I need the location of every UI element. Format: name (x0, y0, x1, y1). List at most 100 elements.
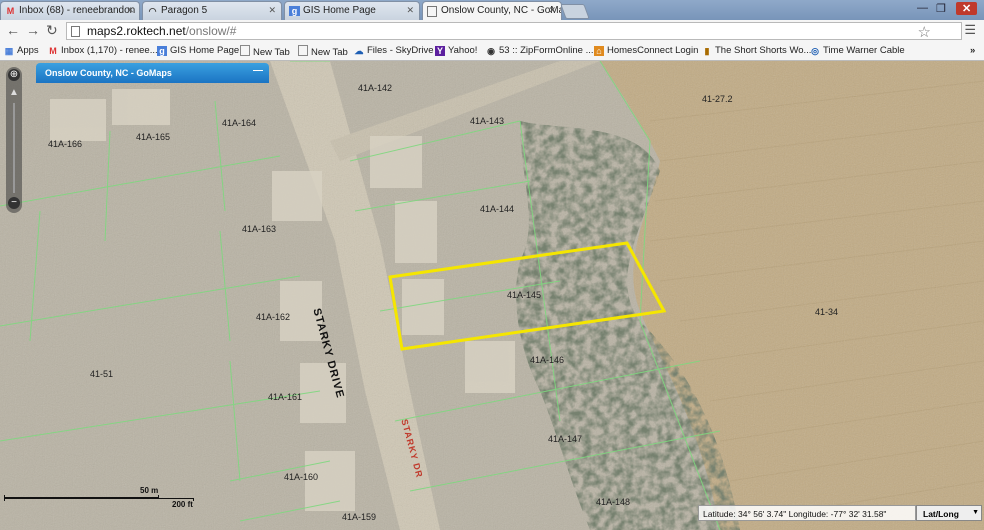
bookmark-label: Time Warner Cable (823, 45, 905, 56)
bookmarks-bar: ▦ Apps M Inbox (1,170) - renee... g GIS Hom… (0, 42, 984, 61)
tab-strip: M Inbox (68) - reneebrandon ✕ ◠ Paragon … (0, 0, 984, 21)
bookmark-label: New Tab (311, 47, 348, 58)
google-icon: g (157, 46, 167, 56)
zipform-icon: ◉ (487, 46, 495, 56)
parcel-label[interactable]: 41-34 (815, 307, 838, 317)
tab-title: Onslow County, NC - GoMaps (441, 5, 562, 16)
parcel-label[interactable]: 41A-142 (358, 83, 392, 93)
parcel-label[interactable]: 41-27.2 (702, 94, 733, 104)
parcel-label[interactable]: 41A-159 (342, 512, 376, 522)
coordinate-readout: Latitude: 34° 56' 3.74" Longitude: -77° … (698, 505, 916, 521)
star-icon[interactable]: ☆ (918, 23, 931, 41)
coord-mode-value: Lat/Long (923, 509, 959, 519)
bookmark-newtab-1[interactable]: New Tab (240, 45, 290, 58)
close-window-icon[interactable]: ✕ (956, 2, 978, 15)
close-icon[interactable]: ✕ (548, 5, 556, 16)
bookmark-inbox[interactable]: M Inbox (1,170) - renee... (48, 45, 158, 56)
scale-line-imperial (4, 498, 194, 501)
parcel-label[interactable]: 41A-145 (507, 290, 541, 300)
zoom-in-icon[interactable]: ▲ (8, 87, 20, 99)
bookmark-yahoo[interactable]: Y Yahoo! (435, 45, 477, 56)
bookmark-zipform[interactable]: ◉ 53 :: ZipFormOnline ... (486, 45, 594, 56)
minimize-icon[interactable]: — (917, 2, 928, 14)
gmail-icon: M (49, 46, 57, 56)
tab-title: Paragon 5 (161, 5, 208, 16)
bookmark-label: Apps (17, 45, 39, 56)
latitude-label: Latitude: (703, 509, 736, 519)
maximize-icon[interactable]: ❐ (936, 2, 946, 15)
zoom-out-icon[interactable]: − (8, 197, 20, 209)
parcel-label[interactable]: 41A-160 (284, 472, 318, 482)
tab-gis[interactable]: g GIS Home Page ✕ (284, 1, 420, 20)
latitude-value: 34° 56' 3.74" (738, 509, 787, 519)
new-tab-button[interactable] (560, 4, 590, 19)
parcel-label[interactable]: 41A-144 (480, 204, 514, 214)
menu-icon[interactable]: ☰ (964, 22, 976, 38)
url-path: /onslow/# (185, 24, 237, 38)
back-icon[interactable]: ← (6, 22, 20, 38)
page-icon (71, 26, 80, 37)
parcel-label[interactable]: 41A-147 (548, 434, 582, 444)
longitude-value: -77° 32' 31.58" (830, 509, 887, 519)
scale-imperial: 200 ft (172, 500, 193, 509)
tab-onslow[interactable]: Onslow County, NC - GoMaps ✕ (422, 1, 562, 21)
apps-icon: ▦ (4, 46, 14, 56)
map-view[interactable]: 41A-142 41A-143 41-27.2 41A-164 41A-165 … (0, 61, 984, 530)
reload-icon[interactable]: ↻ (46, 22, 58, 39)
parcel-label[interactable]: 41A-146 (530, 355, 564, 365)
twc-icon: ◎ (811, 46, 819, 56)
bookmark-label: HomesConnect Login (607, 45, 699, 56)
parcel-label[interactable]: 41A-165 (136, 132, 170, 142)
bookmark-icon: ▮ (704, 46, 710, 56)
close-icon[interactable]: ✕ (268, 5, 276, 16)
bookmark-gis[interactable]: g GIS Home Page (157, 45, 239, 56)
longitude-label: Longitude: (788, 509, 829, 519)
bookmark-label: New Tab (253, 47, 290, 58)
page-icon (240, 45, 250, 56)
paragon-icon: ◠ (148, 6, 157, 16)
panel-title: Onslow County, NC - GoMaps (45, 68, 172, 78)
parcel-label[interactable]: 41A-164 (222, 118, 256, 128)
parcel-label[interactable]: 41A-143 (470, 116, 504, 126)
homesconnect-icon: ⌂ (594, 46, 604, 56)
bookmark-shortshorts[interactable]: ▮ The Short Shorts Wo... (702, 45, 812, 56)
scale-metric: 50 m (140, 486, 159, 495)
bookmark-apps[interactable]: ▦ Apps (4, 45, 39, 56)
gmail-icon: M (6, 6, 15, 16)
bookmark-newtab-2[interactable]: New Tab (298, 45, 348, 58)
parcel-label[interactable]: 41A-162 (256, 312, 290, 322)
gomaps-panel-header[interactable]: Onslow County, NC - GoMaps — (36, 63, 269, 83)
tab-inbox[interactable]: M Inbox (68) - reneebrandon ✕ (0, 1, 140, 20)
bookmark-homesconnect[interactable]: ⌂ HomesConnect Login (594, 45, 698, 56)
parcel-label[interactable]: 41A-163 (242, 224, 276, 234)
close-icon[interactable]: ✕ (406, 5, 414, 16)
close-icon[interactable]: ✕ (126, 5, 134, 16)
bookmark-label: The Short Shorts Wo... (715, 45, 812, 56)
parcel-label[interactable]: 41-51 (90, 369, 113, 379)
bookmark-label: Yahoo! (448, 45, 478, 56)
toolbar: ← → ↻ maps2.roktech.net/onslow/# ☆ ☰ (0, 20, 984, 42)
parcel-label[interactable]: 41A-161 (268, 392, 302, 402)
parcel-label[interactable]: 41A-166 (48, 139, 82, 149)
pan-icon[interactable]: ⊕ (8, 69, 20, 81)
parcel-label[interactable]: 41A-148 (596, 497, 630, 507)
chevron-down-icon: ▼ (972, 509, 979, 516)
page-icon (298, 45, 308, 56)
tab-title: GIS Home Page (303, 5, 376, 16)
forward-icon[interactable]: → (26, 22, 40, 38)
bookmark-label: Inbox (1,170) - renee... (61, 45, 158, 56)
scale-bar: 50 m 200 ft (4, 486, 194, 510)
bookmark-twc[interactable]: ◎ Time Warner Cable (810, 45, 905, 56)
bookmark-skydrive[interactable]: ☁ Files - SkyDrive (354, 45, 434, 56)
tab-paragon[interactable]: ◠ Paragon 5 ✕ (142, 1, 282, 20)
bookmark-label: GIS Home Page (170, 45, 240, 56)
zoom-slider-track[interactable] (13, 103, 15, 193)
address-bar[interactable]: maps2.roktech.net/onslow/# ☆ (66, 22, 962, 41)
more-bookmarks-icon[interactable]: » (970, 45, 975, 56)
coord-mode-select[interactable]: Lat/Long ▼ (916, 505, 982, 521)
zoom-control[interactable]: ⊕ ▲ − (6, 67, 22, 213)
bookmark-label: 53 :: ZipFormOnline ... (499, 45, 594, 56)
page-icon (427, 6, 437, 17)
bookmark-label: Files - SkyDrive (367, 45, 434, 56)
minimize-icon[interactable]: — (253, 65, 263, 76)
